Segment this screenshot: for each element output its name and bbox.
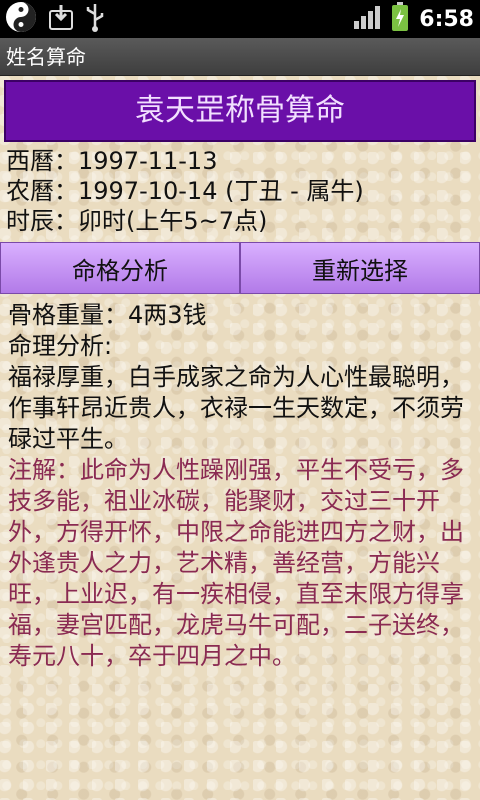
usb-icon xyxy=(84,2,106,36)
yin-yang-icon xyxy=(4,0,38,38)
result-panel: 骨格重量：4两3钱 命理分析: 福禄厚重，白手成家之命为人心性最聪明，作事轩昂近… xyxy=(8,300,474,672)
signal-icon xyxy=(353,5,381,33)
download-icon xyxy=(48,3,74,35)
gregorian-date: 西曆：1997-11-13 xyxy=(6,147,218,175)
notification-icons xyxy=(4,2,106,36)
content-area: 袁天罡称骨算命 西曆：1997-11-13 农曆：1997-10-14 (丁丑 … xyxy=(0,76,480,800)
analysis-text: 福禄厚重，白手成家之命为人心性最聪明，作事轩昂近贵人，衣禄一生天数定，不须劳碌过… xyxy=(8,363,464,453)
banner-title: 袁天罡称骨算命 xyxy=(135,93,345,128)
battery-charging-icon xyxy=(391,2,409,36)
action-buttons: 命格分析 重新选择 xyxy=(0,242,480,294)
note-text: 注解：此命为人性躁刚强，平生不受亏，多技多能，祖业冰碳，能聚财，交过三十开外，方… xyxy=(8,456,464,670)
birth-hour: 时辰：卯时(上午5~7点) xyxy=(6,207,268,235)
clock: 6:58 xyxy=(419,6,474,32)
analyze-button[interactable]: 命格分析 xyxy=(0,242,240,294)
bone-weight: 骨格重量：4两3钱 xyxy=(8,301,207,329)
page-banner: 袁天罡称骨算命 xyxy=(4,80,476,142)
reselect-button[interactable]: 重新选择 xyxy=(240,242,480,294)
analysis-label: 命理分析: xyxy=(8,332,113,360)
birth-info: 西曆：1997-11-13 农曆：1997-10-14 (丁丑 - 属牛) 时辰… xyxy=(6,146,364,236)
app-title: 姓名算命 xyxy=(6,45,86,69)
status-bar: 6:58 xyxy=(0,0,480,38)
lunar-date: 农曆：1997-10-14 (丁丑 - 属牛) xyxy=(6,177,364,205)
app-title-bar: 姓名算命 xyxy=(0,38,480,76)
